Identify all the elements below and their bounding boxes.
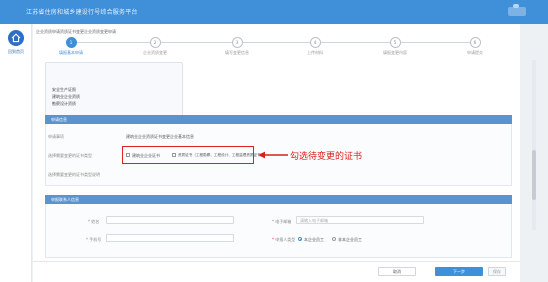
step-label: 填写变更信息 [225, 50, 249, 55]
email-label: * 电子邮箱 [272, 219, 292, 224]
card-row: 安全生产证照 [52, 87, 76, 92]
phone-input[interactable] [106, 234, 234, 242]
name-label: * 姓名 [88, 219, 100, 224]
step-3: 3 填写变更信息 [207, 36, 267, 56]
user-avatar[interactable] [508, 4, 526, 16]
arrow-left-icon [258, 151, 288, 159]
field-label-cert-note: 选择需要变更的证书类型说明 [48, 172, 100, 177]
step-label: 企业资质变更 [143, 50, 167, 55]
step-number: 5 [389, 37, 401, 48]
card-row: 勘察设计资质 [52, 101, 76, 106]
cert-option-2[interactable]: 资质证书（工程勘察、工程设计、工程监理资质证书） [178, 153, 264, 158]
step-number: 2 [149, 37, 161, 48]
email-input[interactable]: 请输入电子邮箱 [296, 216, 424, 224]
step-2: 2 企业资质变更 [125, 36, 185, 56]
contact-panel-header: 申报联系人信息 [45, 195, 512, 204]
step-progress: 1 填报基本申请 2 企业资质变更 3 填写变更信息 4 上传材料 5 填报变更… [33, 36, 520, 58]
cert-checkbox-1[interactable] [126, 153, 130, 157]
field-label-apply-item: 申请事项 [48, 134, 64, 139]
step-number: 3 [231, 37, 243, 48]
step-4: 4 上传材料 [285, 36, 345, 56]
card-row: 建筑业企业资质 [52, 94, 80, 99]
next-step-button[interactable]: 下一步 [435, 267, 483, 276]
step-label: 填报变更内容 [383, 50, 407, 55]
cancel-button[interactable]: 取消 [378, 267, 416, 276]
action-bar: 取消 下一步 保存 [33, 261, 520, 282]
step-number: 4 [309, 37, 321, 48]
step-1: 1 填报基本申请 [41, 36, 101, 56]
cert-option-1[interactable]: 建筑业企业证书 [132, 153, 160, 159]
radio-other-staff[interactable] [332, 237, 336, 241]
step-label: 上传材料 [307, 50, 323, 55]
top-header: 江苏省住房和城乡建设行号综合服务平台 [0, 0, 548, 24]
step-label: 申请提交 [467, 50, 483, 55]
field-value-apply-item: 建筑业企业资质证书变更企业基本信息 [126, 134, 194, 139]
apply-panel-header: 申请信息 [45, 115, 512, 124]
phone-label: * 手机号 [86, 237, 102, 242]
staff-type-label: * 申报人类型 [272, 237, 296, 242]
radio-own-staff[interactable] [298, 237, 302, 241]
save-button[interactable]: 保存 [488, 267, 506, 276]
home-icon [8, 30, 24, 46]
apply-panel-title: 申请信息 [51, 117, 67, 122]
home-nav-label: 回到首页 [8, 49, 24, 54]
name-input[interactable] [106, 216, 234, 224]
field-label-cert-type: 选择需要变更的证书类型 [48, 153, 92, 158]
step-number: 6 [469, 37, 481, 48]
cert-checkbox-2[interactable] [172, 153, 176, 157]
side-navigation: 回到首页 [0, 24, 32, 282]
annotation-text: 勾选待变更的证书 [290, 152, 363, 162]
step-label: 填报基本申请 [59, 50, 83, 55]
breadcrumb: 企业资质申请资质证书变更企业资质变更申请 [36, 29, 116, 34]
step-6: 6 申请提交 [445, 36, 505, 56]
scrollbar-track[interactable] [532, 60, 536, 230]
step-number: 1 [65, 37, 77, 48]
scrollbar-thumb[interactable] [532, 150, 536, 200]
step-5: 5 填报变更内容 [365, 36, 425, 56]
home-nav-item[interactable]: 回到首页 [4, 30, 28, 58]
contact-panel-title: 申报联系人信息 [51, 197, 79, 202]
radio-own-staff-label[interactable]: 本企业员工 [304, 237, 324, 243]
contact-panel-body [45, 204, 512, 258]
email-input-placeholder: 请输入电子邮箱 [300, 218, 328, 223]
app-title: 江苏省住房和城乡建设行号综合服务平台 [26, 9, 138, 16]
radio-other-staff-label[interactable]: 非本企业员工 [338, 237, 362, 243]
